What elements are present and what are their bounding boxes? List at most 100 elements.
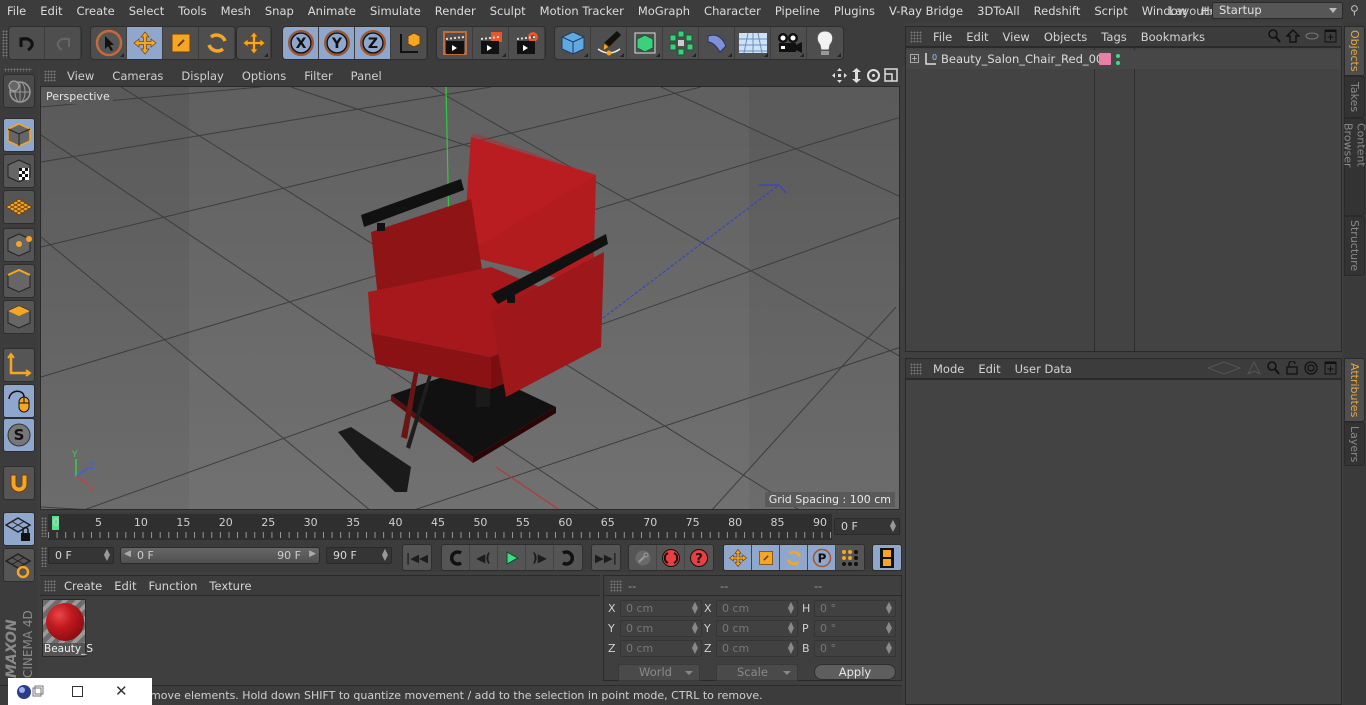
- back-arrow-icon[interactable]: [1207, 361, 1241, 375]
- cloner-button[interactable]: [663, 27, 699, 59]
- rotate-view-icon[interactable]: [866, 68, 881, 83]
- new-panel-icon[interactable]: [1324, 361, 1337, 375]
- workplane-align-button[interactable]: [3, 548, 35, 582]
- menu-vray-bridge[interactable]: V-Ray Bridge: [882, 4, 970, 18]
- model-mode-button[interactable]: [3, 118, 35, 152]
- play-button[interactable]: [498, 545, 526, 570]
- objects-menu-tags[interactable]: Tags: [1094, 30, 1133, 44]
- prev-frame-button[interactable]: ◀(: [470, 545, 498, 570]
- menu-mograph[interactable]: MoGraph: [631, 4, 697, 18]
- prev-key-button[interactable]: [442, 545, 470, 570]
- timeline-grip[interactable]: [41, 517, 47, 537]
- tab-objects[interactable]: Objects: [1344, 26, 1365, 76]
- left-toolbar-grip[interactable]: [4, 68, 32, 72]
- spinner-icon[interactable]: ▲ ▼: [692, 601, 698, 615]
- x-axis-lock-button[interactable]: X: [283, 27, 319, 59]
- solo-mode-button[interactable]: S: [3, 418, 35, 452]
- undo-button[interactable]: [9, 27, 45, 59]
- home-up-icon[interactable]: [1286, 29, 1300, 43]
- viewport-grip[interactable]: [44, 70, 56, 82]
- workplane-lock-button[interactable]: [3, 512, 35, 546]
- camera-label[interactable]: Perspective: [43, 89, 113, 104]
- tab-takes[interactable]: Takes: [1344, 76, 1365, 118]
- axis-mode-button[interactable]: [3, 348, 35, 382]
- next-frame-button[interactable]: )▶: [526, 545, 554, 570]
- material-menu-function[interactable]: Function: [143, 579, 204, 593]
- close-icon[interactable]: ✕: [115, 684, 128, 699]
- start-frame-field[interactable]: 0 F ▲ ▼: [48, 547, 114, 564]
- coord-value-field[interactable]: 0 ° ▲ ▼: [814, 600, 896, 617]
- spinner-icon[interactable]: ▲ ▼: [886, 641, 892, 655]
- tab-content-browser[interactable]: Content Browser: [1342, 118, 1366, 216]
- recent-tools-button[interactable]: [237, 27, 271, 59]
- coord-value-field[interactable]: 0 ° ▲ ▼: [814, 620, 896, 637]
- live-selection-button[interactable]: [91, 27, 127, 59]
- render-settings-button[interactable]: [509, 27, 545, 59]
- viewport-menu-filter[interactable]: Filter: [295, 69, 341, 83]
- viewport-menu-display[interactable]: Display: [172, 69, 232, 83]
- range-right-arrow-icon[interactable]: ▶: [309, 549, 316, 559]
- current-frame-field[interactable]: 0 F ▲ ▼: [834, 518, 900, 535]
- menu-3dtoall[interactable]: 3DToAll: [970, 4, 1027, 18]
- coordinates-grip[interactable]: [610, 580, 622, 592]
- toggle-view-icon[interactable]: [884, 68, 898, 82]
- search-icon[interactable]: [1267, 361, 1280, 375]
- cinema4d-app-icon[interactable]: [14, 683, 44, 701]
- menu-redshift[interactable]: Redshift: [1027, 4, 1088, 18]
- z-axis-lock-button[interactable]: Z: [355, 27, 391, 59]
- viewport-menu-panel[interactable]: Panel: [342, 69, 391, 83]
- key-scale-button[interactable]: [752, 545, 780, 570]
- pan-view-icon[interactable]: [832, 68, 847, 83]
- spinner-icon[interactable]: ▲ ▼: [104, 548, 110, 562]
- viewport-menu-options[interactable]: Options: [233, 69, 295, 83]
- viewport-menu-view[interactable]: View: [58, 69, 103, 83]
- end-frame-field[interactable]: 90 F ▲ ▼: [326, 547, 392, 564]
- menu-select[interactable]: Select: [122, 4, 171, 18]
- objects-menu-bookmarks[interactable]: Bookmarks: [1134, 30, 1212, 44]
- layout-dropdown[interactable]: Startup: [1212, 2, 1343, 19]
- move-tool-button[interactable]: [127, 27, 163, 59]
- menu-tools[interactable]: Tools: [171, 4, 213, 18]
- new-panel-icon[interactable]: [1324, 29, 1337, 43]
- bend-deformer-button[interactable]: [699, 27, 735, 59]
- spinner-icon[interactable]: ▲ ▼: [692, 641, 698, 655]
- coord-value-field[interactable]: 0 cm ▲ ▼: [716, 620, 798, 637]
- search-icon[interactable]: [1268, 29, 1281, 43]
- texture-mode-button[interactable]: [3, 154, 35, 188]
- objects-menu-view[interactable]: View: [996, 30, 1037, 44]
- viewport-menu-cameras[interactable]: Cameras: [103, 69, 172, 83]
- key-rotation-button[interactable]: [780, 545, 808, 570]
- transport-grip[interactable]: [41, 547, 47, 567]
- render-view-button[interactable]: [437, 27, 473, 59]
- layer-color-swatch[interactable]: [1099, 53, 1111, 65]
- menu-create[interactable]: Create: [70, 4, 122, 18]
- polygons-mode-button[interactable]: [3, 300, 35, 334]
- points-mode-button[interactable]: [3, 228, 35, 262]
- next-key-button[interactable]: [554, 545, 582, 570]
- key-pla-button[interactable]: [836, 545, 864, 570]
- range-left-arrow-icon[interactable]: ◀: [124, 549, 131, 559]
- menu-sculpt[interactable]: Sculpt: [483, 4, 533, 18]
- zoom-view-icon[interactable]: [850, 68, 863, 83]
- spinner-icon[interactable]: ▲ ▼: [788, 601, 794, 615]
- coord-value-field[interactable]: 0 cm ▲ ▼: [620, 600, 702, 617]
- coord-value-field[interactable]: 0 cm ▲ ▼: [716, 600, 798, 617]
- apply-button[interactable]: Apply: [814, 664, 896, 680]
- camera-button[interactable]: [771, 27, 807, 59]
- coordinate-system-button[interactable]: [391, 27, 427, 59]
- autokey-button[interactable]: [657, 545, 685, 570]
- timeline-window-button[interactable]: [873, 545, 901, 570]
- material-swatch[interactable]: Beauty_S: [42, 599, 93, 657]
- up-arrow-icon[interactable]: [1247, 361, 1261, 375]
- maximize-icon[interactable]: [72, 686, 83, 697]
- cube-button[interactable]: [555, 27, 591, 59]
- coord-value-field[interactable]: 0 cm ▲ ▼: [620, 640, 702, 657]
- coord-value-field[interactable]: 0 cm ▲ ▼: [620, 620, 702, 637]
- object-name[interactable]: Beauty_Salon_Chair_Red_001: [941, 52, 1111, 66]
- timeline-ruler[interactable]: 0 5 10 15 20 25 30 35 40 45 50 55 60 65 70 75 80 85 90: [48, 514, 832, 540]
- eye-toggle-icon[interactable]: [1305, 31, 1319, 41]
- tab-attributes[interactable]: Attributes: [1344, 358, 1365, 422]
- tweak-mode-button[interactable]: [3, 384, 35, 418]
- target-icon[interactable]: [1304, 361, 1318, 375]
- object-manager-grip[interactable]: [910, 31, 922, 43]
